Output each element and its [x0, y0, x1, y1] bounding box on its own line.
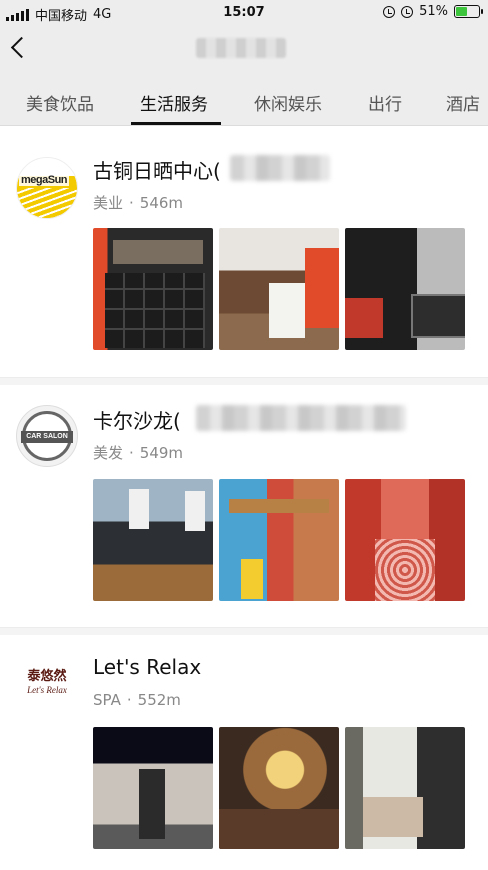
car-salon-logo-mark: CAR SALON — [21, 411, 73, 461]
car-salon-logo: CAR SALON — [16, 405, 78, 467]
place-name: 古铜日晒中心( — [93, 159, 221, 183]
list-item[interactable]: CAR SALON 卡尔沙龙( 美发 · 549m — [0, 385, 488, 627]
place-category: 美发 — [93, 444, 124, 462]
logo-text: megaSun — [19, 174, 70, 186]
place-category: SPA — [93, 691, 121, 709]
separator: · — [129, 194, 134, 212]
megasun-logo-mark: megaSun — [17, 158, 77, 218]
category-tabs: 美食饮品 生活服务 休闲娱乐 出行 酒店 — [0, 72, 488, 126]
battery-icon — [454, 5, 483, 18]
tab-leisure-entertainment[interactable]: 休闲娱乐 — [254, 90, 322, 115]
place-photo[interactable] — [93, 727, 213, 849]
place-category: 美业 — [93, 194, 124, 212]
place-photo[interactable] — [345, 727, 465, 849]
redacted-text — [196, 405, 406, 431]
back-arrow-icon[interactable] — [8, 36, 32, 60]
page-title-redacted — [196, 38, 286, 58]
redacted-text — [230, 155, 330, 181]
place-photo[interactable] — [93, 228, 213, 350]
tab-travel[interactable]: 出行 — [368, 90, 402, 115]
list-item[interactable]: megaSun 古铜日晒中心( 美业 · 546m — [0, 127, 488, 377]
place-meta: SPA · 552m — [93, 691, 181, 709]
list-divider — [0, 377, 488, 385]
list-item[interactable]: 泰悠然 Let's Relax Let's Relax SPA · 552m — [0, 635, 488, 870]
status-bar-right: 51% — [383, 4, 483, 19]
tab-life-services[interactable]: 生活服务 — [140, 90, 208, 115]
separator: · — [126, 691, 132, 709]
place-name: Let's Relax — [93, 655, 202, 679]
place-distance: 549m — [139, 444, 184, 462]
separator: · — [129, 444, 134, 462]
place-photo[interactable] — [345, 228, 465, 350]
logo-text-cn: 泰悠然 — [27, 669, 67, 684]
place-meta: 美发 · 549m — [93, 442, 183, 463]
battery-fill — [456, 7, 468, 16]
navigation-bar — [0, 26, 488, 72]
photo-row — [93, 228, 467, 350]
active-tab-indicator — [131, 122, 221, 125]
tab-hotel[interactable]: 酒店 — [446, 90, 480, 115]
tab-food-drinks[interactable]: 美食饮品 — [26, 90, 94, 115]
place-name: 卡尔沙龙( — [93, 409, 181, 433]
place-meta: 美业 · 546m — [93, 192, 183, 213]
lets-relax-logo: 泰悠然 Let's Relax — [16, 655, 78, 717]
alarm-icon — [383, 5, 396, 18]
logo-text: CAR SALON — [21, 431, 73, 443]
place-photo[interactable] — [219, 228, 339, 350]
place-distance: 552m — [137, 691, 181, 709]
status-bar: 中国移动 4G 15:07 51% — [0, 0, 488, 26]
photo-row — [93, 479, 467, 601]
battery-percent: 51% — [419, 4, 448, 19]
list-divider — [0, 627, 488, 635]
logo-text-en: Let's Relax — [27, 685, 67, 695]
orientation-lock-icon — [401, 5, 414, 18]
photo-row — [93, 727, 467, 849]
place-photo[interactable] — [93, 479, 213, 601]
megasun-logo: megaSun — [16, 157, 78, 219]
place-photo[interactable] — [219, 727, 339, 849]
place-photo[interactable] — [345, 479, 465, 601]
place-distance: 546m — [139, 194, 184, 212]
place-photo[interactable] — [219, 479, 339, 601]
